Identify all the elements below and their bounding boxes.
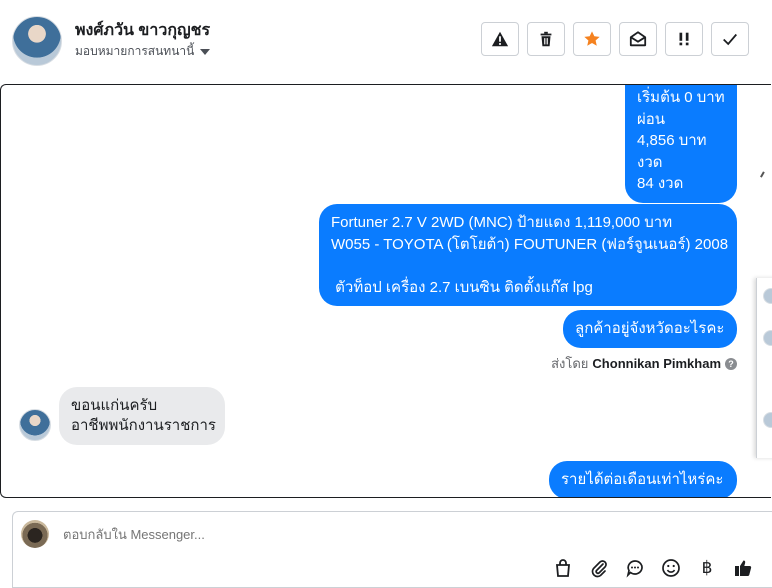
message-line: Fortuner 2.7 V 2WD (MNC) ป้ายแดง 1,119,0…: [331, 214, 673, 231]
caret-down-icon: [200, 48, 211, 55]
envelope-open-icon: [629, 31, 647, 47]
avatar: [763, 288, 772, 304]
star-button[interactable]: [573, 22, 611, 56]
message-line: งวด: [637, 153, 663, 171]
paperclip-icon: [591, 560, 607, 578]
spam-button[interactable]: [481, 22, 519, 56]
attach-button[interactable]: [589, 558, 609, 578]
message-line: [331, 255, 725, 277]
sender-name: Chonnikan Pimkham: [592, 356, 721, 371]
outgoing-message[interactable]: รายได้ต่อเดือนเท่าไหร่คะ: [549, 461, 737, 497]
reply-input[interactable]: [61, 526, 665, 543]
shopping-bag-button[interactable]: [553, 558, 573, 578]
conversation-header: พงศ์ภวัน ขาวกุญชร มอบหมายการสนทนานี้: [0, 0, 772, 84]
composer-toolbar: ฿: [553, 558, 753, 578]
page-avatar: [21, 520, 49, 548]
baht-icon: ฿: [701, 558, 713, 577]
check-icon: [723, 33, 737, 46]
exclamation-icon: [679, 32, 689, 46]
thumbs-up-icon: [735, 560, 752, 576]
saved-reply-icon: [626, 560, 643, 578]
contact-name[interactable]: พงศ์ภวัน ขาวกุญชร: [75, 18, 210, 43]
avatar: [763, 412, 772, 428]
outgoing-message[interactable]: เริ่มต้น 0 บาท ผ่อน 4,856 บาท งวด 84 งวด: [625, 85, 737, 203]
emoji-icon: [662, 559, 680, 577]
incoming-message[interactable]: ขอนแก่นครับ อาชีพพนักงานราชการ: [59, 387, 225, 445]
message-line: ผ่อน: [637, 110, 666, 128]
side-popover[interactable]: [756, 278, 772, 458]
outgoing-message[interactable]: Fortuner 2.7 V 2WD (MNC) ป้ายแดง 1,119,0…: [319, 204, 737, 306]
assign-conversation-dropdown[interactable]: มอบหมายการสนทนานี้: [75, 42, 211, 61]
trash-icon: [540, 31, 552, 47]
payment-button[interactable]: ฿: [697, 558, 717, 578]
star-icon: [584, 31, 600, 46]
mark-done-button[interactable]: [711, 22, 749, 56]
message-line: ลูกค้าอยู่จังหวัดอะไรคะ: [575, 320, 725, 337]
sent-by-prefix: ส่งโดย: [551, 356, 589, 371]
emoji-button[interactable]: [661, 558, 681, 578]
message-line: 4,856 บาท: [637, 132, 707, 149]
shopping-bag-icon: [556, 559, 570, 577]
message-line: รายได้ต่อเดือนเท่าไหร่คะ: [561, 471, 724, 488]
outgoing-message[interactable]: ลูกค้าอยู่จังหวัดอะไรคะ: [563, 310, 737, 348]
like-button[interactable]: [733, 558, 753, 578]
saved-reply-button[interactable]: [625, 558, 645, 578]
contact-avatar-small: [19, 409, 51, 441]
warning-icon: [491, 31, 509, 47]
follow-up-button[interactable]: [665, 22, 703, 56]
message-line: อาชีพพนักงานราชการ: [71, 417, 216, 434]
mark-unread-button[interactable]: [619, 22, 657, 56]
header-actions: [481, 22, 749, 56]
message-line: W055 - TOYOTA (โตโยต้า) FOUTUNER (ฟอร์จู…: [331, 235, 729, 253]
help-icon[interactable]: ?: [725, 357, 737, 370]
delete-button[interactable]: [527, 22, 565, 56]
message-line: เริ่มต้น 0 บาท: [637, 89, 725, 106]
conversation-thread[interactable]: เริ่มต้น 0 บาท ผ่อน 4,856 บาท งวด 84 งวด…: [0, 84, 771, 498]
message-line: ตัวท็อป เครื่อง 2.7 เบนซิน ติดตั้งแก๊ส l…: [331, 278, 593, 296]
message-line: 84 งวด: [637, 175, 684, 192]
assign-label: มอบหมายการสนทนานี้: [75, 44, 195, 58]
contact-avatar[interactable]: [12, 16, 62, 66]
sent-by-info: ส่งโดย Chonnikan Pimkham ?: [551, 353, 737, 374]
reply-composer: ฿: [12, 511, 772, 588]
scroll-indicator: [760, 171, 770, 181]
avatar: [763, 330, 772, 346]
message-line: ขอนแก่นครับ: [71, 397, 158, 414]
